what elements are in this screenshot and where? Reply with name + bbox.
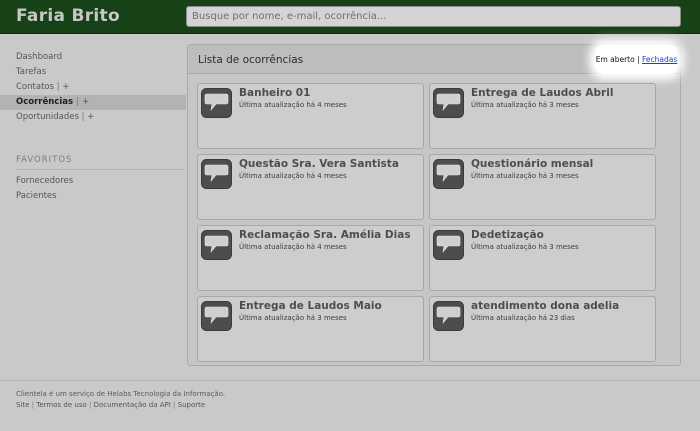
card-title[interactable]: Questão Sra. Vera Santista	[239, 158, 399, 170]
sidebar-item-fornecedores[interactable]: Fornecedores	[0, 174, 186, 189]
app-title[interactable]: Faria Brito	[16, 6, 120, 26]
card-subtitle: Última atualização há 3 meses	[471, 172, 579, 180]
separator: |	[76, 97, 79, 107]
add-oportunidade-link[interactable]: +	[87, 112, 94, 122]
ocorrencia-card[interactable]: atendimento dona adelia Última atualizaç…	[429, 296, 656, 362]
top-bar: Faria Brito	[0, 0, 700, 34]
status-filter: Em aberto | Fechadas	[595, 45, 678, 74]
ocorrencia-card[interactable]: Entrega de Laudos Maio Última atualizaçã…	[197, 296, 424, 362]
card-subtitle: Última atualização há 23 dias	[471, 314, 575, 322]
sidebar-item-label[interactable]: Pacientes	[16, 191, 57, 201]
footer-link-termos[interactable]: Termos de uso	[36, 401, 86, 409]
ocorrencia-card[interactable]: Questão Sra. Vera Santista Última atuali…	[197, 154, 424, 220]
card-title[interactable]: Reclamação Sra. Amélia Dias	[239, 229, 411, 241]
footer-separator: |	[31, 401, 35, 409]
sidebar: Dashboard Tarefas Contatos | + Ocorrênci…	[0, 34, 186, 380]
footer-link-site[interactable]: Site	[16, 401, 29, 409]
footer-link-api-docs[interactable]: Documentação da API	[94, 401, 171, 409]
card-subtitle: Última atualização há 4 meses	[239, 101, 347, 109]
speech-bubble-icon	[433, 230, 464, 260]
add-contato-link[interactable]: +	[62, 82, 69, 92]
add-ocorrencia-link[interactable]: +	[82, 97, 89, 107]
sidebar-item-label[interactable]: Dashboard	[16, 52, 62, 62]
sidebar-item-dashboard[interactable]: Dashboard	[0, 50, 186, 65]
ocorrencia-card[interactable]: Reclamação Sra. Amélia Dias Última atual…	[197, 225, 424, 291]
card-title[interactable]: Entrega de Laudos Abril	[471, 87, 613, 99]
sidebar-item-label[interactable]: Fornecedores	[16, 176, 73, 186]
sidebar-item-label[interactable]: Ocorrências	[16, 97, 73, 107]
ocorrencia-card[interactable]: Entrega de Laudos Abril Última atualizaç…	[429, 83, 656, 149]
sidebar-item-tarefas[interactable]: Tarefas	[0, 65, 186, 80]
footer-tagline: Clientela é um serviço de Helabs Tecnolo…	[16, 390, 226, 398]
search-input[interactable]	[186, 6, 681, 27]
card-subtitle: Última atualização há 4 meses	[239, 243, 347, 251]
ocorrencia-card[interactable]: Banheiro 01 Última atualização há 4 mese…	[197, 83, 424, 149]
card-subtitle: Última atualização há 4 meses	[239, 172, 347, 180]
card-title[interactable]: Entrega de Laudos Maio	[239, 300, 382, 312]
favorites-list: Fornecedores Pacientes	[0, 174, 186, 204]
speech-bubble-icon	[201, 159, 232, 189]
card-subtitle: Última atualização há 3 meses	[471, 101, 579, 109]
card-title[interactable]: atendimento dona adelia	[471, 300, 619, 312]
sidebar-item-contatos[interactable]: Contatos | +	[0, 80, 186, 95]
footer-separator: |	[88, 401, 92, 409]
favorites-divider	[16, 169, 184, 170]
sidebar-nav: Dashboard Tarefas Contatos | + Ocorrênci…	[0, 50, 186, 125]
speech-bubble-icon	[201, 230, 232, 260]
ocorrencias-panel: Lista de ocorrências Em aberto | Fechada…	[187, 44, 681, 366]
ocorrencia-card[interactable]: Dedetização Última atualização há 3 mese…	[429, 225, 656, 291]
footer-divider	[0, 380, 700, 381]
card-title[interactable]: Questionário mensal	[471, 158, 593, 170]
favorites-heading: FAVORITOS	[16, 155, 73, 165]
footer-separator: |	[173, 401, 176, 409]
sidebar-item-label[interactable]: Oportunidades	[16, 112, 79, 122]
card-subtitle: Última atualização há 3 meses	[239, 314, 347, 322]
speech-bubble-icon	[201, 301, 232, 331]
panel-title: Lista de ocorrências	[198, 54, 304, 66]
sidebar-item-ocorrencias[interactable]: Ocorrências | +	[0, 95, 186, 110]
separator: |	[81, 112, 85, 122]
sidebar-item-label[interactable]: Contatos	[16, 82, 54, 92]
sidebar-item-oportunidades[interactable]: Oportunidades | +	[0, 110, 186, 125]
separator: |	[56, 82, 60, 92]
speech-bubble-icon	[433, 88, 464, 118]
footer-link-suporte[interactable]: Suporte	[178, 401, 206, 409]
filter-separator: |	[637, 55, 640, 64]
speech-bubble-icon	[433, 159, 464, 189]
footer-links: Site | Termos de uso | Documentação da A…	[16, 401, 205, 409]
filter-open-label[interactable]: Em aberto	[596, 55, 635, 64]
ocorrencia-card[interactable]: Questionário mensal Última atualização h…	[429, 154, 656, 220]
sidebar-item-label[interactable]: Tarefas	[16, 67, 46, 77]
sidebar-item-pacientes[interactable]: Pacientes	[0, 189, 186, 204]
card-subtitle: Última atualização há 3 meses	[471, 243, 579, 251]
panel-header: Lista de ocorrências Em aberto | Fechada…	[188, 45, 680, 74]
filter-closed-link[interactable]: Fechadas	[642, 55, 677, 64]
speech-bubble-icon	[201, 88, 232, 118]
card-title[interactable]: Dedetização	[471, 229, 544, 241]
card-title[interactable]: Banheiro 01	[239, 87, 310, 99]
speech-bubble-icon	[433, 301, 464, 331]
